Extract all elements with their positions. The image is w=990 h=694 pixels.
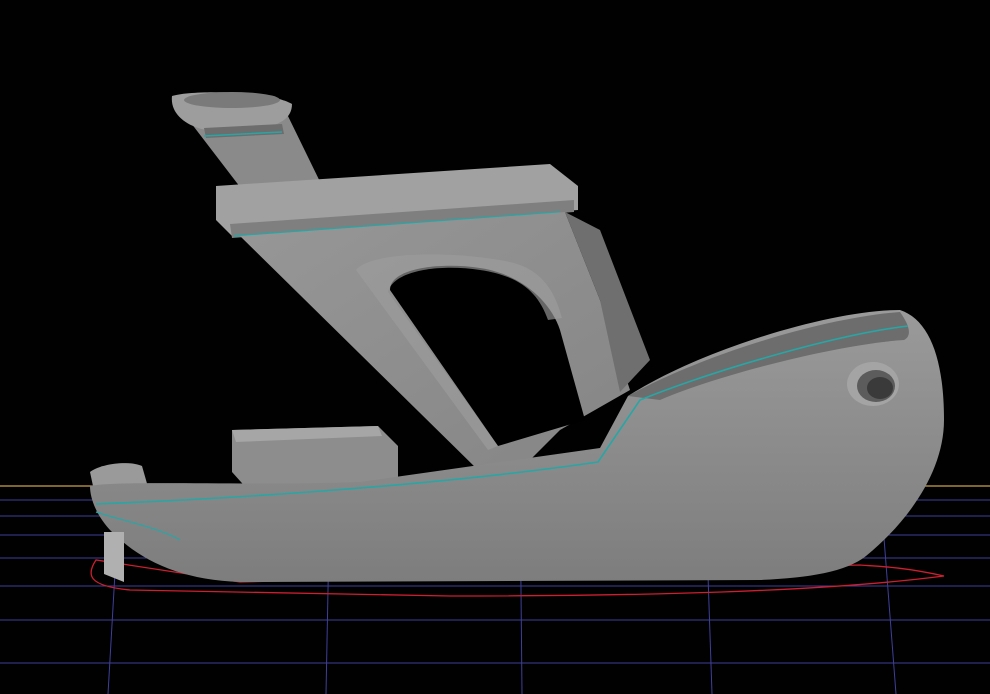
keel: [104, 532, 124, 582]
scene-canvas[interactable]: [0, 0, 990, 694]
3d-viewport[interactable]: [0, 0, 990, 694]
benchy-boat-model[interactable]: [90, 92, 944, 582]
porthole: [847, 362, 899, 406]
